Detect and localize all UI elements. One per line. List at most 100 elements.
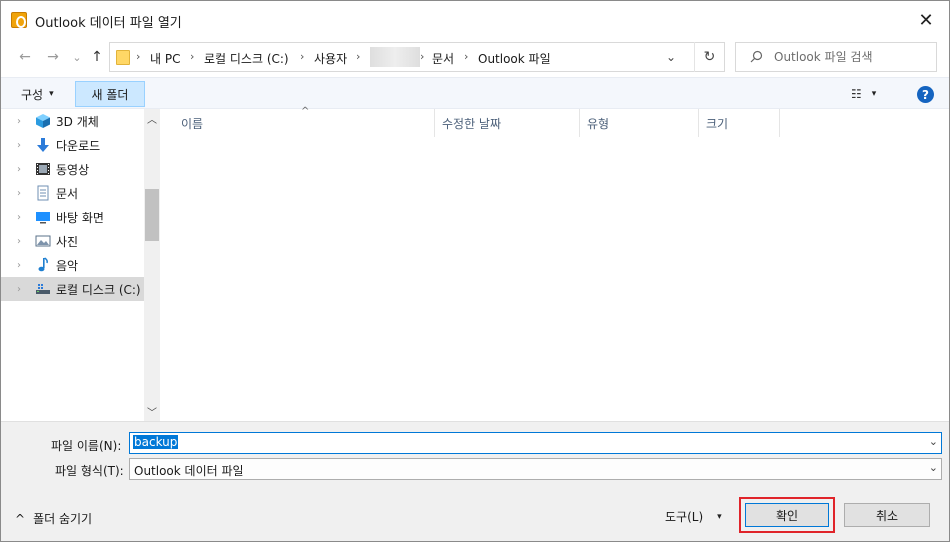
- forward-arrow-icon[interactable]: →: [43, 47, 63, 67]
- recent-locations-icon[interactable]: ⌄: [67, 47, 87, 67]
- command-toolbar: 구성 ▾ 새 폴더 ☷ ▾ ?: [1, 77, 949, 109]
- address-bar[interactable]: › 내 PC › 로컬 디스크 (C:) › 사용자 › › 문서 › Outl…: [109, 42, 725, 72]
- change-view-button[interactable]: ☷ ▾: [851, 84, 876, 104]
- tools-button[interactable]: 도구(L) ▾: [665, 508, 722, 525]
- search-icon: [750, 50, 763, 67]
- tree-item-label: 3D 개체: [56, 114, 99, 129]
- breadcrumb-separator: ›: [356, 50, 361, 63]
- chevron-right-icon[interactable]: ›: [1, 116, 21, 127]
- tree-item-download-arrow[interactable]: › 다운로드: [1, 133, 144, 157]
- breadcrumb-separator: ›: [300, 50, 305, 63]
- search-box[interactable]: [735, 42, 937, 72]
- breadcrumb-users[interactable]: 사용자: [314, 50, 347, 67]
- document-icon: [35, 185, 51, 201]
- cube-icon: [35, 113, 51, 129]
- filetype-label: 파일 형식(T):: [55, 464, 124, 478]
- filename-combobox[interactable]: backup ⌄: [129, 432, 942, 454]
- desktop-icon: [35, 209, 51, 225]
- tree-item-picture[interactable]: › 사진: [1, 229, 144, 253]
- filetype-value: Outlook 데이터 파일: [134, 464, 244, 478]
- scroll-down-icon[interactable]: ﹀: [144, 404, 160, 419]
- folder-icon: [116, 50, 130, 65]
- scroll-up-icon[interactable]: ︿: [144, 111, 160, 126]
- chevron-right-icon[interactable]: ›: [1, 236, 21, 247]
- scroll-thumb[interactable]: [145, 189, 159, 241]
- hide-folders-label: 폴더 숨기기: [33, 512, 93, 526]
- cancel-button[interactable]: 취소: [844, 503, 930, 527]
- tree-item-music-note[interactable]: › 음악: [1, 253, 144, 277]
- organize-button[interactable]: 구성 ▾: [13, 82, 62, 106]
- breadcrumb-separator: ›: [136, 50, 141, 63]
- navigation-bar: ← → ⌄ ↑ › 내 PC › 로컬 디스크 (C:) › 사용자 › › 문…: [1, 39, 949, 75]
- sort-ascending-icon: ^: [301, 106, 310, 117]
- window-title: Outlook 데이터 파일 열기: [35, 16, 182, 31]
- drive-icon: [35, 281, 51, 297]
- tree-item-label: 다운로드: [56, 138, 101, 153]
- tree-item-drive[interactable]: › 로컬 디스크 (C:): [1, 277, 144, 301]
- ok-button[interactable]: 확인: [745, 503, 829, 527]
- breadcrumb-this-pc[interactable]: 내 PC: [150, 50, 180, 67]
- column-header-size[interactable]: 크기: [700, 109, 780, 137]
- chevron-right-icon[interactable]: ›: [1, 212, 21, 223]
- tree-item-label: 음악: [56, 258, 79, 273]
- chevron-right-icon[interactable]: ›: [1, 164, 21, 175]
- chevron-right-icon[interactable]: ›: [1, 140, 21, 151]
- back-arrow-icon[interactable]: ←: [15, 47, 35, 67]
- outlook-app-icon: [11, 12, 27, 28]
- tree-item-label: 사진: [56, 234, 79, 249]
- tree-item-desktop[interactable]: › 바탕 화면: [1, 205, 144, 229]
- chevron-down-icon[interactable]: ⌄: [929, 435, 938, 448]
- breadcrumb-separator: ›: [190, 50, 195, 63]
- column-header-label: 이름: [181, 116, 204, 131]
- close-button[interactable]: ✕: [903, 1, 949, 39]
- search-input[interactable]: [772, 47, 932, 67]
- view-list-icon: ☷: [851, 87, 862, 101]
- new-folder-button[interactable]: 새 폴더: [75, 81, 145, 107]
- breadcrumb-separator: ›: [464, 50, 469, 63]
- tools-label: 도구(L): [665, 510, 704, 524]
- chevron-down-icon: ▾: [49, 89, 54, 99]
- ok-highlight: 확인: [739, 497, 835, 533]
- chevron-right-icon[interactable]: ›: [1, 188, 21, 199]
- navigation-pane: › 3D 개체 › 다운로드 › 동영상 › 문서 › 바탕 화면 › 사진 › 음악 › 로컬 디스크 (C…: [1, 109, 161, 421]
- chevron-right-icon[interactable]: ›: [1, 260, 21, 271]
- chevron-down-icon: ▾: [871, 89, 877, 99]
- tree-item-label: 문서: [56, 186, 79, 201]
- column-header-date-modified[interactable]: 수정한 날짜: [436, 109, 580, 137]
- download-arrow-icon: [35, 137, 51, 153]
- tree-item-label: 로컬 디스크 (C:): [56, 282, 141, 297]
- bottom-panel: 파일 이름(N): backup ⌄ 파일 형식(T): Outlook 데이터…: [1, 421, 949, 541]
- tree-item-document[interactable]: › 문서: [1, 181, 144, 205]
- breadcrumb-separator: ›: [420, 50, 425, 63]
- refresh-icon[interactable]: ↻: [694, 42, 724, 72]
- address-dropdown-icon[interactable]: ⌄: [666, 50, 676, 64]
- filetype-select[interactable]: Outlook 데이터 파일 ⌄: [129, 458, 942, 480]
- chevron-up-icon: ^: [15, 511, 26, 526]
- filename-label: 파일 이름(N):: [51, 439, 122, 453]
- open-file-dialog: Outlook 데이터 파일 열기 ✕ ← → ⌄ ↑ › 내 PC › 로컬 …: [0, 0, 950, 542]
- tree-item-film[interactable]: › 동영상: [1, 157, 144, 181]
- tree-item-label: 바탕 화면: [56, 210, 104, 225]
- chevron-down-icon: ▾: [717, 511, 722, 522]
- breadcrumb-outlook-files[interactable]: Outlook 파일: [478, 50, 551, 67]
- breadcrumb-documents[interactable]: 문서: [432, 50, 454, 67]
- column-header-type[interactable]: 유형: [581, 109, 699, 137]
- up-arrow-icon[interactable]: ↑: [87, 47, 107, 67]
- music-note-icon: [35, 257, 51, 273]
- chevron-down-icon[interactable]: ⌄: [929, 461, 938, 474]
- file-list: 이름 ^ 수정한 날짜 유형 크기: [161, 106, 949, 421]
- organize-label: 구성: [21, 87, 44, 102]
- hide-folders-button[interactable]: ^ 폴더 숨기기: [15, 510, 92, 527]
- chevron-right-icon[interactable]: ›: [1, 284, 21, 295]
- tree-item-label: 동영상: [56, 162, 90, 177]
- help-icon[interactable]: ?: [917, 86, 934, 103]
- navigation-scrollbar[interactable]: ︿ ﹀: [144, 109, 160, 421]
- tree-item-cube[interactable]: › 3D 개체: [1, 109, 144, 133]
- title-bar: Outlook 데이터 파일 열기 ✕: [1, 1, 949, 39]
- film-icon: [35, 161, 51, 177]
- picture-icon: [35, 233, 51, 249]
- column-header-name[interactable]: 이름 ^: [175, 106, 435, 137]
- breadcrumb-local-disk[interactable]: 로컬 디스크 (C:): [204, 50, 289, 67]
- redacted-username: [370, 47, 420, 67]
- filename-input[interactable]: backup: [133, 435, 179, 449]
